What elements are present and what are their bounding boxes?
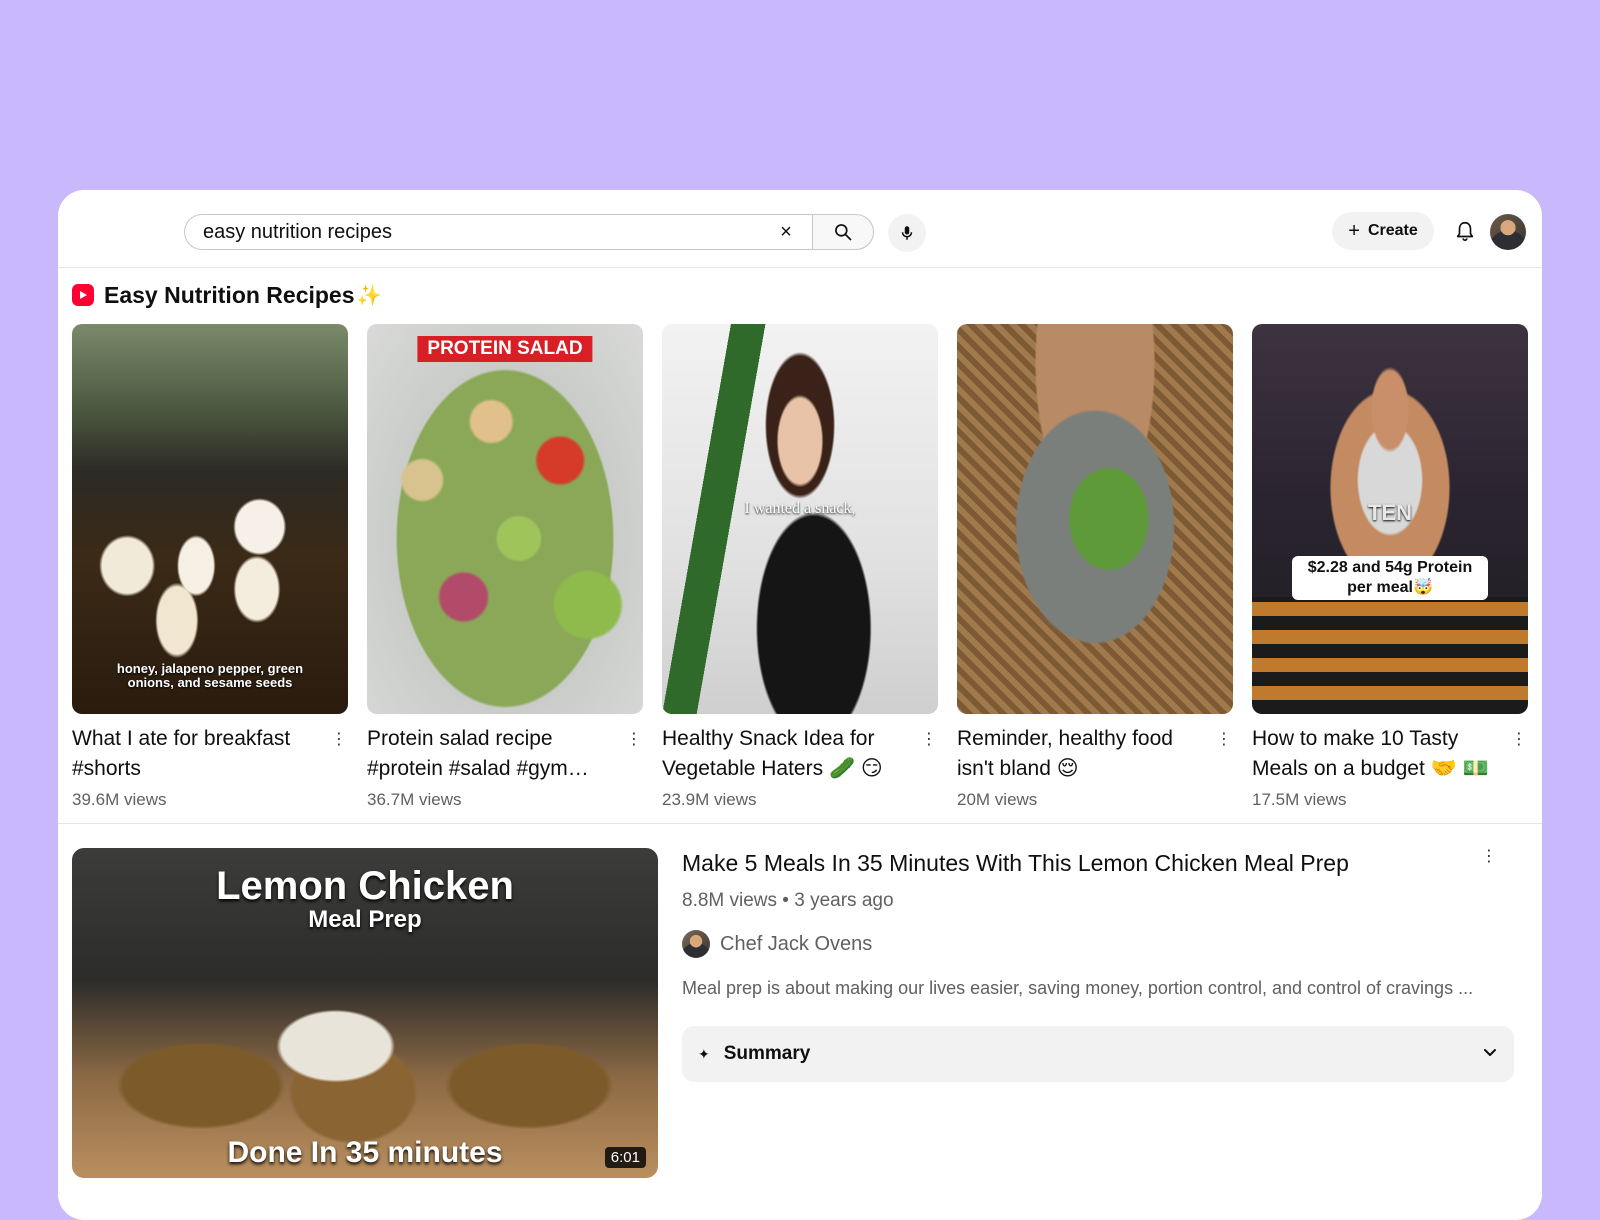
- thumbnail-title-main: Lemon Chicken: [216, 864, 514, 908]
- short-thumbnail[interactable]: honey, jalapeno pepper, green onions, an…: [72, 324, 348, 714]
- short-thumbnail[interactable]: [957, 324, 1233, 714]
- sparkle-emoji: ✨: [356, 284, 382, 307]
- channel-link[interactable]: Chef Jack Ovens: [682, 930, 872, 958]
- short-title[interactable]: What I ate for breakfast #shorts: [72, 724, 318, 784]
- voice-search-button[interactable]: [888, 214, 926, 252]
- short-card[interactable]: TEN $2.28 and 54g Protein per meal🤯 How …: [1252, 324, 1528, 810]
- top-bar: × + Create: [58, 190, 1542, 268]
- more-vertical-icon[interactable]: ⋮: [1510, 728, 1528, 750]
- thumbnail-badge: TEN: [1368, 500, 1412, 525]
- short-card[interactable]: Reminder, healthy food isn't bland 😌 ⋮ 2…: [957, 324, 1233, 810]
- sparkle-icon: ✦: [698, 1045, 710, 1062]
- short-views: 20M views: [957, 790, 1038, 809]
- short-views: 17.5M views: [1252, 790, 1347, 809]
- thumbnail-caption: honey, jalapeno pepper, green onions, an…: [116, 661, 304, 690]
- shorts-row: honey, jalapeno pepper, green onions, an…: [72, 324, 1528, 810]
- search-icon: [835, 224, 852, 241]
- thumbnail-title-sub: Meal Prep: [308, 906, 422, 933]
- more-vertical-icon[interactable]: ⋮: [330, 728, 348, 750]
- summary-label: Summary: [723, 1043, 811, 1064]
- account-avatar[interactable]: [1490, 214, 1526, 250]
- short-title[interactable]: Protein salad recipe #protein #salad #gy…: [367, 724, 613, 784]
- short-views: 36.7M views: [367, 790, 462, 809]
- thumbnail-caption: $2.28 and 54g Protein per meal🤯: [1292, 556, 1488, 600]
- search-input[interactable]: [203, 215, 743, 249]
- short-views: 39.6M views: [72, 790, 167, 809]
- search-button[interactable]: [812, 214, 874, 250]
- channel-avatar[interactable]: [682, 930, 710, 958]
- thumbnail-caption: I wanted a snack,: [744, 500, 856, 517]
- plus-icon: +: [1348, 220, 1360, 242]
- short-title[interactable]: How to make 10 Tasty Meals on a budget 🤝…: [1252, 724, 1498, 784]
- close-icon: ×: [780, 220, 792, 243]
- thumbnail-title-bottom: Done In 35 minutes: [227, 1136, 503, 1169]
- notifications-button[interactable]: [1450, 216, 1480, 246]
- shorts-section-title: Easy Nutrition Recipes: [104, 281, 355, 308]
- more-vertical-icon[interactable]: ⋮: [1480, 846, 1498, 866]
- video-description: Meal prep is about making our lives easi…: [682, 978, 1474, 998]
- search-box[interactable]: ×: [184, 214, 812, 250]
- channel-name[interactable]: Chef Jack Ovens: [720, 933, 872, 956]
- bell-icon: [1456, 221, 1474, 241]
- video-title[interactable]: Make 5 Meals In 35 Minutes With This Lem…: [682, 848, 1349, 878]
- short-views: 23.9M views: [662, 790, 757, 809]
- more-vertical-icon[interactable]: ⋮: [920, 728, 938, 750]
- short-title[interactable]: Healthy Snack Idea for Vegetable Haters …: [662, 724, 908, 784]
- clear-search-button[interactable]: ×: [772, 218, 800, 246]
- video-meta: 8.8M views • 3 years ago: [682, 890, 894, 911]
- chevron-down-icon: [1484, 1049, 1496, 1056]
- short-thumbnail[interactable]: TEN $2.28 and 54g Protein per meal🤯: [1252, 324, 1528, 714]
- browser-window: × + Create: [58, 190, 1542, 1220]
- mic-icon: [901, 226, 913, 240]
- create-button[interactable]: + Create: [1332, 212, 1434, 250]
- section-divider: [58, 823, 1542, 824]
- thumbnail-caption: PROTEIN SALAD: [417, 336, 593, 362]
- shorts-section-header: Easy Nutrition Recipes ✨: [72, 280, 381, 310]
- short-thumbnail[interactable]: I wanted a snack,: [662, 324, 938, 714]
- create-label: Create: [1367, 222, 1418, 239]
- more-vertical-icon[interactable]: ⋮: [1215, 728, 1233, 750]
- summary-expander[interactable]: ✦ Summary: [682, 1026, 1514, 1082]
- video-thumbnail[interactable]: Lemon Chicken Meal Prep Done In 35 minut…: [72, 848, 658, 1178]
- video-duration: 6:01: [604, 1147, 646, 1168]
- short-card[interactable]: honey, jalapeno pepper, green onions, an…: [72, 324, 348, 810]
- short-thumbnail[interactable]: PROTEIN SALAD: [367, 324, 643, 714]
- shorts-logo-icon: [72, 284, 94, 306]
- short-card[interactable]: I wanted a snack, Healthy Snack Idea for…: [662, 324, 938, 810]
- short-title[interactable]: Reminder, healthy food isn't bland 😌: [957, 724, 1203, 784]
- more-vertical-icon[interactable]: ⋮: [625, 728, 643, 750]
- short-card[interactable]: PROTEIN SALAD Protein salad recipe #prot…: [367, 324, 643, 810]
